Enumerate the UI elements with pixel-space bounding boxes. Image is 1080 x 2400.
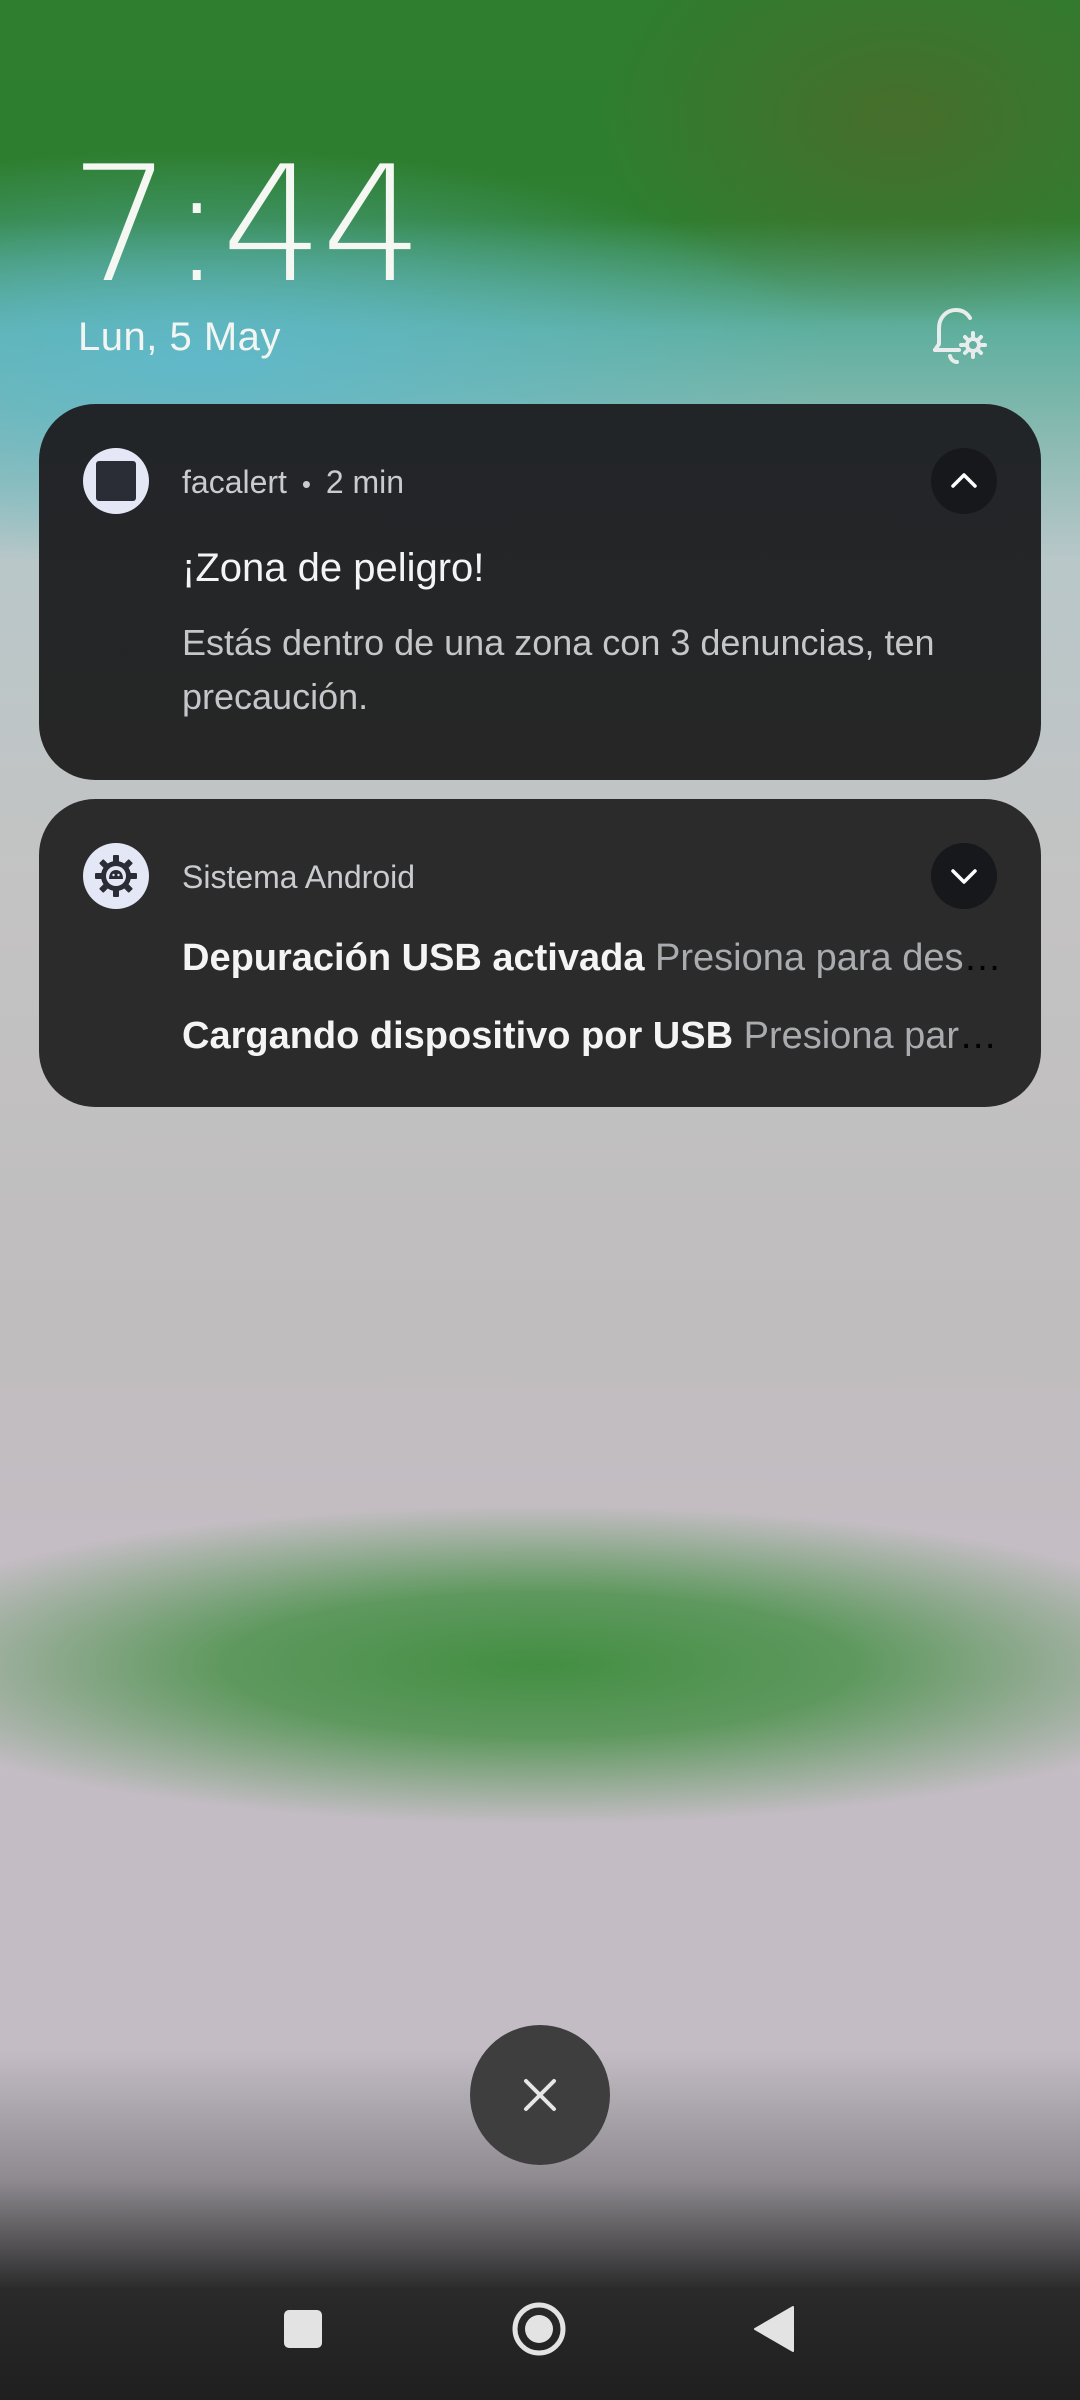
app-name: facalert: [182, 464, 287, 500]
collapse-button[interactable]: [931, 448, 997, 514]
home-circle-icon[interactable]: [499, 2290, 579, 2370]
notification-age: 2 min: [325, 464, 405, 500]
row-text: Presiona para desactivar la depuración U…: [655, 937, 1002, 979]
notification-header: facalert • 2 min: [182, 464, 404, 501]
notification-row[interactable]: Cargando dispositivo por USB Presiona pa…: [182, 1015, 1002, 1058]
separator-dot: •: [301, 469, 311, 499]
lockscreen-clock: 7:44: [70, 131, 423, 318]
row-text: Presiona para ver más opciones: [743, 1015, 1002, 1057]
row-title: Cargando dispositivo por USB: [182, 1015, 734, 1057]
notification-body: Estás dentro de una zona con 3 denuncias…: [182, 622, 935, 717]
navigation-bar: [0, 2290, 1080, 2400]
close-icon: [524, 2079, 556, 2111]
clear-all-button[interactable]: [470, 2025, 610, 2165]
notification-card-facalert[interactable]: facalert • 2 min ¡Zona de peligro! Estás…: [39, 404, 1041, 780]
back-triangle-icon[interactable]: [735, 2290, 815, 2370]
recents-square-icon[interactable]: [263, 2290, 343, 2370]
notification-card-android-system[interactable]: Sistema Android Depuración USB activada …: [39, 799, 1041, 1107]
lockscreen-date: Lun, 5 May: [78, 315, 281, 359]
notification-row[interactable]: Depuración USB activada Presiona para de…: [182, 937, 1002, 980]
chevron-up-icon: [951, 473, 977, 488]
row-title: Depuración USB activada: [182, 937, 645, 979]
notification-title: ¡Zona de peligro!: [182, 546, 485, 590]
app-name: Sistema Android: [182, 859, 416, 895]
chevron-down-icon: [951, 869, 977, 884]
notification-settings-bell-icon[interactable]: [925, 300, 995, 370]
app-icon: [83, 448, 149, 514]
expand-button[interactable]: [931, 843, 997, 909]
android-system-gear-icon: [83, 843, 149, 909]
